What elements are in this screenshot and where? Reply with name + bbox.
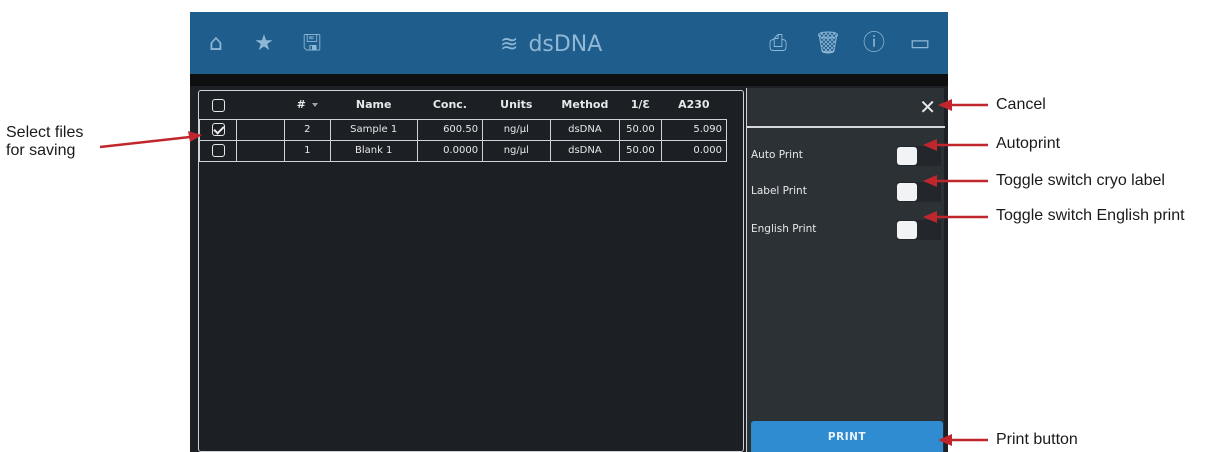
- auto-print-option: Auto Print: [751, 144, 941, 168]
- english-print-label: English Print: [751, 223, 817, 235]
- label-print-toggle[interactable]: [897, 183, 917, 201]
- row-a230: 5.090: [660, 118, 728, 141]
- row-units: ng/µl: [482, 118, 551, 141]
- print-button[interactable]: PRINT: [751, 421, 943, 452]
- callout-select-files: Select files for saving: [6, 124, 83, 160]
- callout-cryo-label: Toggle switch cryo label: [996, 172, 1165, 189]
- col-header-units[interactable]: Units: [483, 91, 551, 119]
- col-header-method[interactable]: Method: [550, 91, 620, 119]
- label-print-label: Label Print: [751, 185, 807, 197]
- row-spacer: [236, 118, 285, 141]
- page-title: dsDNA: [528, 31, 603, 57]
- row-name: Blank 1: [329, 139, 418, 162]
- callout-select-files-line2: for saving: [6, 142, 76, 159]
- callout-print-button: Print button: [996, 431, 1078, 448]
- trash-icon[interactable]: 🗑: [814, 30, 842, 58]
- title-group: ≋ dsDNA: [500, 28, 602, 60]
- row-conc: 0.0000: [416, 139, 484, 162]
- header-shadow-band: [190, 74, 948, 86]
- col-header-inverse-e[interactable]: 1/Ɛ: [620, 91, 661, 119]
- callout-select-files-line1: Select files: [6, 124, 84, 141]
- row-select-cell[interactable]: [198, 139, 238, 162]
- printer-icon[interactable]: ⎙: [764, 30, 792, 58]
- callout-autoprint: Autoprint: [996, 135, 1061, 152]
- row-conc: 600.50: [416, 118, 484, 141]
- callout-cancel: Cancel: [996, 96, 1046, 113]
- select-all-box[interactable]: [211, 98, 225, 112]
- col-header-conc[interactable]: Conc.: [417, 91, 482, 119]
- row-checkbox[interactable]: [211, 123, 225, 136]
- row-spacer: [236, 139, 285, 162]
- row-number: 1: [283, 139, 331, 162]
- save-icon[interactable]: 🖫: [298, 30, 326, 58]
- print-options-panel: ✕ Auto Print Label Print English Print P…: [746, 88, 945, 452]
- panel-divider: [747, 126, 945, 128]
- auto-print-toggle[interactable]: [897, 147, 917, 165]
- label-print-toggle-track[interactable]: [897, 182, 941, 202]
- auto-print-toggle-track[interactable]: [897, 146, 941, 166]
- col-spacer: [237, 91, 285, 119]
- row-inverse-e: 50.00: [619, 139, 662, 162]
- col-header-name[interactable]: Name: [330, 91, 417, 119]
- table-row[interactable]: 1 Blank 1 0.0000 ng/µl dsDNA 50.00 0.000: [198, 139, 728, 162]
- arrow-select-files: [99, 131, 202, 149]
- col-header-number[interactable]: #: [284, 91, 330, 119]
- col-header-a230[interactable]: A230: [661, 91, 726, 119]
- info-icon[interactable]: ⓘ: [860, 30, 888, 58]
- dna-icon: ≋: [500, 31, 519, 57]
- battery-icon: ▭: [909, 31, 931, 56]
- row-select-cell[interactable]: [198, 118, 238, 141]
- english-print-option: English Print: [751, 218, 941, 242]
- top-bar: ⌂ ★ 🖫 ≋ dsDNA ⎙ 🗑 ⓘ ▭: [190, 12, 948, 74]
- english-print-toggle[interactable]: [897, 221, 917, 239]
- col-header-number-label: #: [296, 98, 306, 112]
- row-a230: 0.000: [660, 139, 728, 162]
- row-number: 2: [283, 118, 331, 141]
- row-name: Sample 1: [329, 118, 418, 141]
- select-all-checkbox[interactable]: [200, 91, 237, 119]
- row-inverse-e: 50.00: [619, 118, 662, 141]
- label-print-option: Label Print: [751, 180, 941, 204]
- auto-print-label: Auto Print: [751, 149, 803, 161]
- sort-caret-icon: [311, 103, 318, 108]
- star-icon[interactable]: ★: [250, 30, 278, 58]
- results-table: # Name Conc. Units Method 1/Ɛ A230 2 Sam…: [198, 91, 728, 162]
- close-icon[interactable]: ✕: [919, 95, 936, 119]
- row-checkbox[interactable]: [211, 144, 225, 157]
- results-table-panel: # Name Conc. Units Method 1/Ɛ A230 2 Sam…: [198, 90, 744, 452]
- row-units: ng/µl: [482, 139, 551, 162]
- table-header-row: # Name Conc. Units Method 1/Ɛ A230: [200, 91, 727, 119]
- home-icon[interactable]: ⌂: [202, 30, 230, 58]
- row-method: dsDNA: [549, 118, 621, 141]
- device-screen: ⌂ ★ 🖫 ≋ dsDNA ⎙ 🗑 ⓘ ▭ # Name Conc. Units…: [190, 12, 948, 452]
- table-row[interactable]: 2 Sample 1 600.50 ng/µl dsDNA 50.00 5.09…: [198, 118, 728, 141]
- row-method: dsDNA: [549, 139, 621, 162]
- callout-english-print: Toggle switch English print: [996, 207, 1185, 224]
- english-print-toggle-track[interactable]: [897, 220, 941, 240]
